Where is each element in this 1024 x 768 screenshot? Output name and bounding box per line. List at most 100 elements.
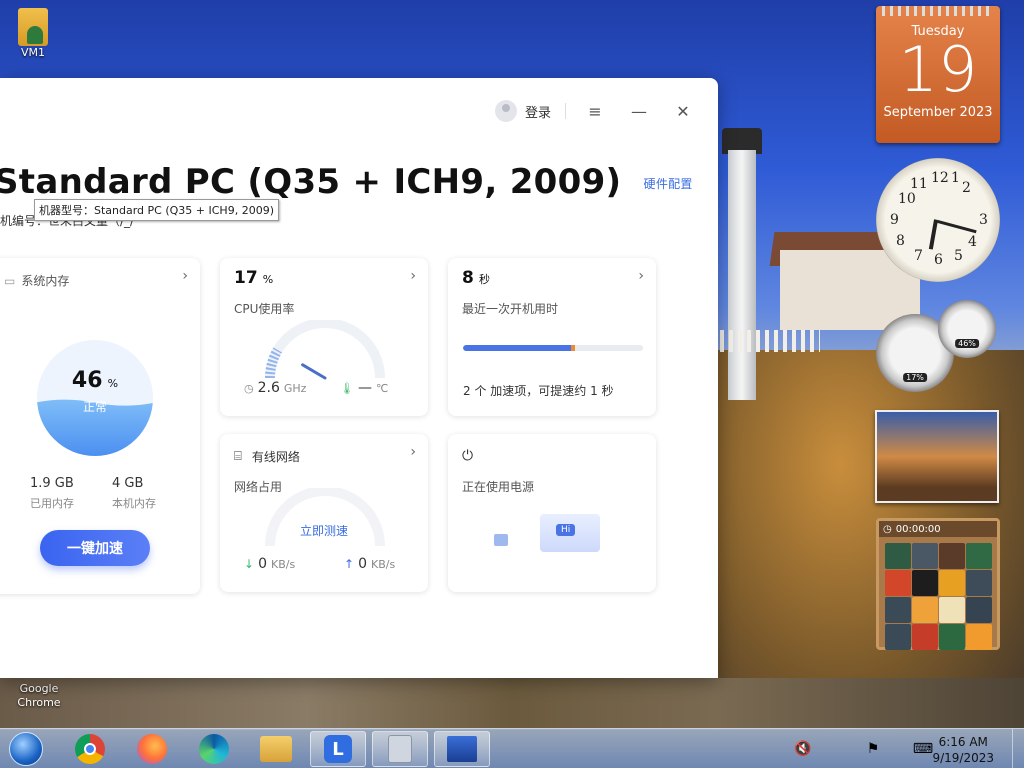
cpu-usage-value: 17: [234, 268, 258, 288]
memory-used-label: 已用内存: [30, 497, 74, 510]
login-label: 登录: [524, 105, 551, 121]
upload-unit: KB/s: [370, 558, 396, 571]
chevron-right-icon[interactable]: ›: [638, 268, 644, 284]
memory-percent-unit: %: [107, 377, 119, 390]
windows-logo-icon: [9, 732, 43, 766]
cpu-usage-unit: %: [262, 273, 274, 286]
boot-speedup-tip: 2 个 加速项，可提速约 1 秒: [463, 384, 614, 398]
taskbar: L 🔇 ⚑ ⌨ 6:16 AM 9/19/2023: [0, 728, 1024, 768]
thermometer-icon: 🌡: [340, 382, 354, 395]
memory-used-value: 1.9 GB: [30, 476, 74, 491]
clock-minute-hand: [937, 220, 977, 234]
ram-dial: 46%: [938, 300, 996, 358]
calendar-day: 19: [898, 33, 978, 106]
clock-hour-hand: [928, 219, 938, 250]
download-arrow-icon: ↓: [244, 557, 255, 571]
taskbar-time: 6:16 AM: [938, 735, 988, 749]
system-info-window: 登录 ≡ — ✕ Standard PC (Q35 + ICH9, 2009) …: [0, 78, 718, 678]
power-card[interactable]: ⏻ 正在使用电源 Hi: [448, 434, 656, 592]
memory-total-value: 4 GB: [112, 476, 144, 491]
app-logo-icon: L: [324, 735, 352, 763]
cpu-gauge: [265, 320, 385, 380]
firefox-icon: [137, 734, 167, 764]
cpu-card[interactable]: 17 % › CPU使用率 ◷ 2.6 GHz 🌡 — ℃: [220, 258, 428, 416]
slideshow-gadget[interactable]: [875, 410, 999, 503]
folder-user-icon: [18, 8, 48, 46]
desktop-icon-vm1[interactable]: VM1: [18, 8, 48, 59]
menu-icon[interactable]: ≡: [580, 102, 610, 121]
desktop-icon-label: Google Chrome: [17, 682, 61, 709]
close-icon[interactable]: ✕: [668, 102, 698, 121]
wallpaper-rocks: [0, 678, 1024, 730]
puzzle-timer: 00:00:00: [895, 523, 941, 535]
action-center-flag-icon[interactable]: ⚑: [862, 729, 884, 768]
avatar-icon: [494, 100, 517, 122]
monitor-illustration: Hi: [540, 514, 600, 552]
power-status-label: 正在使用电源: [462, 480, 535, 494]
one-click-speedup-button[interactable]: 一键加速: [40, 530, 150, 566]
memory-status: 正常: [82, 400, 107, 414]
cpu-freq-unit: GHz: [283, 382, 307, 395]
folder-icon: [260, 736, 292, 762]
taskbar-remote-desktop[interactable]: [434, 731, 490, 767]
calendar-gadget[interactable]: Tuesday 19 September 2023: [876, 6, 1000, 143]
taskbar-system-app[interactable]: L: [310, 731, 366, 767]
network-card[interactable]: ⌸ 有线网络 › 网络占用 立即测速 ↓ 0 KB/s ↑ 0 KB/s: [220, 434, 428, 592]
memory-used: 1.9 GB 已用内存: [30, 476, 74, 511]
chevron-right-icon[interactable]: ›: [410, 268, 416, 284]
ram-meter-value: 46%: [955, 339, 979, 348]
picture-puzzle-gadget[interactable]: ◷ 00:00:00: [876, 518, 1000, 650]
boot-time-label: 最近一次开机用时: [462, 302, 559, 316]
desktop-icon-chrome[interactable]: Google Chrome: [8, 682, 70, 710]
memory-card-title: 系统内存: [21, 274, 70, 288]
calculator-icon: [388, 735, 412, 763]
boot-time-unit: 秒: [478, 273, 490, 286]
taskbar-chrome[interactable]: [62, 731, 118, 767]
clock-gadget[interactable]: 12 3 6 9 2 4 5 7 8 10 11 1: [876, 158, 1000, 282]
titlebar-divider: [565, 103, 566, 119]
puzzle-grid[interactable]: [885, 543, 997, 650]
boot-time-value: 8: [462, 268, 474, 288]
network-gauge: [265, 488, 385, 547]
puzzle-clock-icon: ◷: [883, 523, 892, 535]
network-tray-icon[interactable]: ⌨: [912, 729, 934, 768]
desktop-icon-label: VM1: [20, 46, 45, 59]
cpu-temp-unit: ℃: [375, 382, 389, 395]
cpu-freq-value: 2.6: [257, 380, 280, 396]
taskbar-date: 9/19/2023: [932, 751, 994, 765]
start-button[interactable]: [4, 729, 48, 768]
chrome-icon: [75, 734, 105, 764]
taskbar-explorer[interactable]: [248, 731, 304, 767]
login-button[interactable]: 登录: [494, 100, 551, 122]
network-title: 有线网络: [251, 450, 300, 464]
minimize-icon[interactable]: —: [624, 102, 654, 121]
taskbar-edge[interactable]: [186, 731, 242, 767]
show-desktop-button[interactable]: [1012, 729, 1024, 768]
taskbar-calculator[interactable]: [372, 731, 428, 767]
plug-icon: ⏻: [462, 448, 474, 464]
boot-progress-bar: [463, 345, 643, 351]
memory-total-label: 本机内存: [112, 497, 156, 510]
cpu-meter-gadget[interactable]: 17% 46%: [876, 300, 1000, 392]
chevron-right-icon[interactable]: ›: [182, 268, 188, 284]
cpu-meter-value: 17%: [903, 373, 927, 382]
clock-icon: ◷: [244, 382, 254, 395]
wallpaper-lighthouse: [728, 150, 756, 400]
machine-model-tooltip: 机器型号：Standard PC (Q35 + ICH9, 2009): [34, 199, 279, 221]
remote-desktop-icon: [447, 736, 477, 762]
puzzle-header: ◷ 00:00:00: [879, 521, 997, 537]
window-titlebar: 登录 ≡ — ✕: [494, 100, 698, 122]
chevron-right-icon[interactable]: ›: [410, 444, 416, 460]
boot-time-card[interactable]: 8 秒 › 最近一次开机用时 2 个 加速项，可提速约 1 秒: [448, 258, 656, 416]
download-unit: KB/s: [270, 558, 296, 571]
power-plug-illustration: [494, 534, 508, 546]
taskbar-firefox[interactable]: [124, 731, 180, 767]
memory-total: 4 GB 本机内存: [112, 476, 156, 511]
edge-icon: [199, 734, 229, 764]
taskbar-clock[interactable]: 6:16 AM 9/19/2023: [932, 734, 994, 766]
volume-muted-icon[interactable]: 🔇: [792, 729, 814, 768]
hardware-config-link[interactable]: 硬件配置: [644, 177, 693, 191]
wallpaper-fence: [720, 330, 820, 352]
calendar-month-year: September 2023: [883, 105, 993, 120]
speed-test-button[interactable]: 立即测速: [220, 522, 428, 539]
